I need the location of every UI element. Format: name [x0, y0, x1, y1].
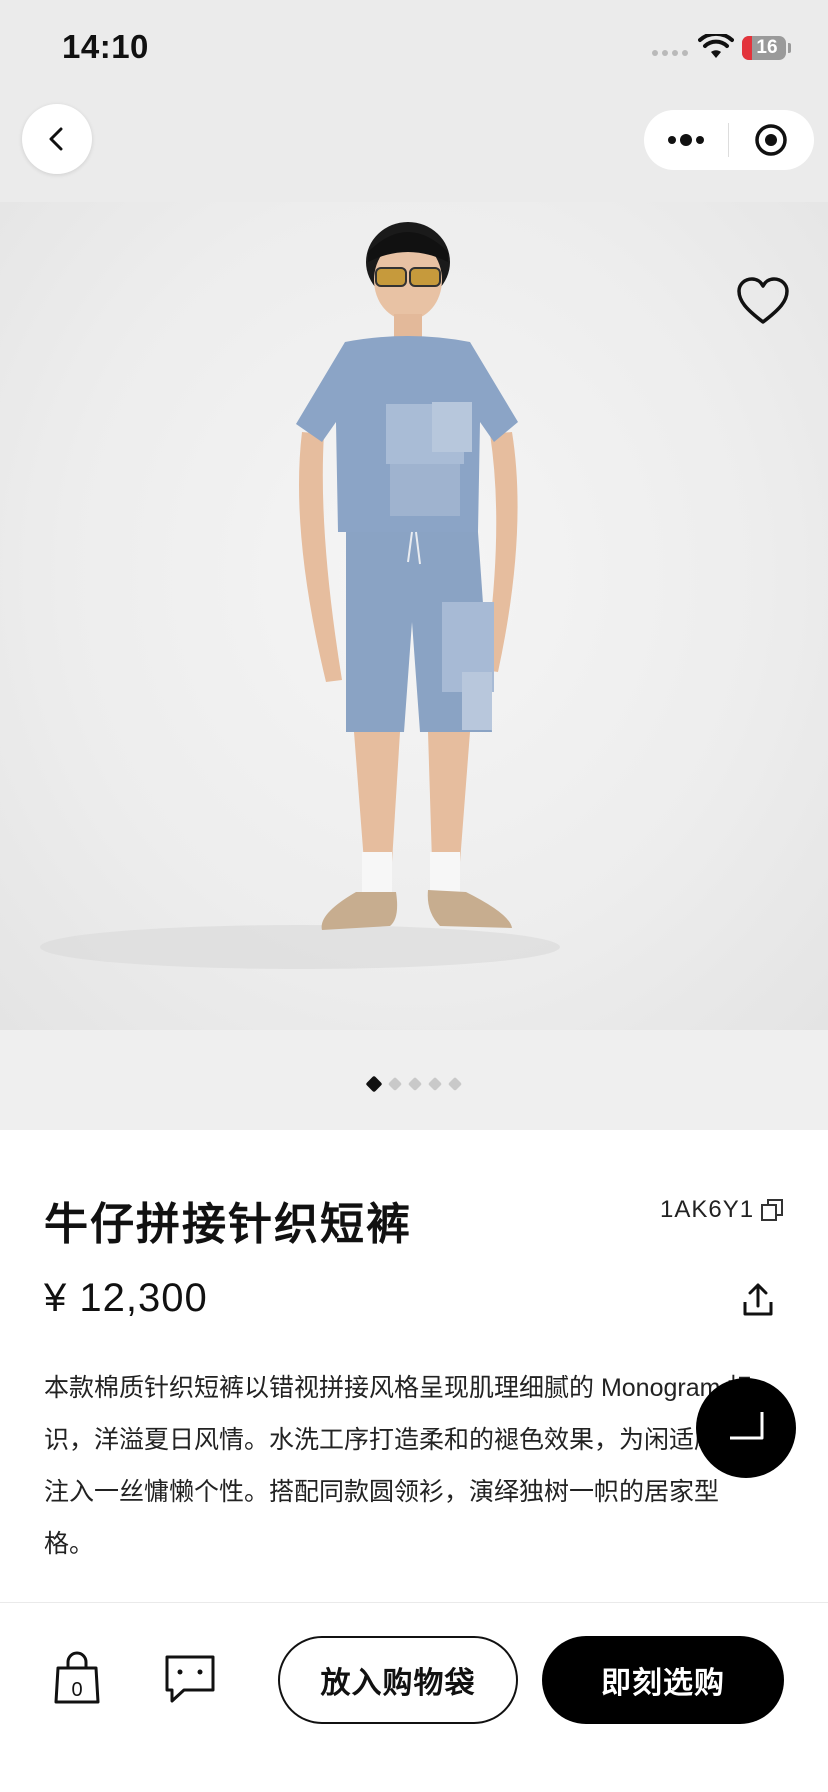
product-sku: 1AK6Y1	[660, 1196, 755, 1223]
gallery-dot-2[interactable]	[387, 1076, 403, 1092]
target-icon	[755, 124, 787, 156]
battery-level: 16	[756, 37, 778, 58]
model-illustration	[40, 222, 560, 969]
buy-now-button[interactable]: 即刻选购	[542, 1636, 784, 1724]
battery-icon: 16	[742, 36, 786, 60]
customer-service-button[interactable]	[696, 1378, 796, 1478]
back-button[interactable]	[22, 104, 92, 174]
gallery-pagination[interactable]	[0, 1075, 828, 1093]
chat-bubble-icon	[730, 1412, 764, 1440]
product-price: ¥ 12,300	[44, 1276, 208, 1320]
bottom-bar-divider	[0, 1602, 828, 1603]
cellular-signal-icon	[652, 50, 688, 56]
more-button[interactable]	[644, 110, 728, 170]
gallery-dot-5[interactable]	[447, 1076, 463, 1092]
more-dots-icon	[668, 134, 704, 146]
add-to-bag-button[interactable]: 放入购物袋	[278, 1636, 518, 1724]
gallery-dot-3[interactable]	[407, 1076, 423, 1092]
gallery-dot-1[interactable]	[365, 1075, 383, 1093]
bag-count: 0	[71, 1679, 82, 1701]
close-miniapp-button[interactable]	[729, 110, 813, 170]
status-time: 14:10	[62, 28, 149, 65]
product-image[interactable]	[0, 202, 828, 1030]
favorite-heart-icon[interactable]	[736, 276, 790, 326]
shopping-bag-button[interactable]: 0	[54, 1650, 100, 1706]
gallery-dot-4[interactable]	[427, 1076, 443, 1092]
miniapp-capsule	[644, 110, 814, 170]
copy-icon[interactable]	[760, 1198, 784, 1222]
wifi-icon	[698, 34, 734, 58]
shopping-bag-icon: 0	[54, 1651, 100, 1704]
message-icon	[165, 1655, 215, 1703]
product-description: 本款棉质针织短裤以错视拼接风格呈现肌理细腻的 Monogram 标识，洋溢夏日风…	[44, 1374, 753, 1558]
battery-tip	[788, 43, 791, 53]
product-title: 牛仔拼接针织短裤	[44, 1200, 412, 1249]
share-icon[interactable]	[740, 1282, 776, 1318]
message-button[interactable]	[164, 1654, 216, 1704]
chevron-left-icon	[49, 127, 63, 151]
